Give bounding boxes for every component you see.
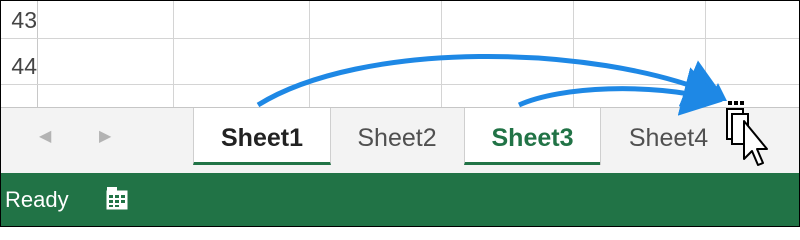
grid-row: 44 <box>1 39 799 85</box>
sheet-tab-sheet1[interactable]: Sheet1 <box>193 108 331 165</box>
row-header[interactable]: 44 <box>1 39 38 84</box>
triangle-right-icon[interactable]: ▶ <box>99 126 111 146</box>
worksheet-grid: 43 44 <box>1 1 799 107</box>
grid-row <box>1 85 799 107</box>
sheet-tab-sheet4[interactable]: Sheet4 <box>600 108 736 165</box>
status-text: Ready <box>5 187 69 212</box>
sheet-tab-sheet2[interactable]: Sheet2 <box>331 108 463 165</box>
triangle-left-icon[interactable]: ◀ <box>39 126 51 146</box>
sheet-tab-sheet3[interactable]: Sheet3 <box>464 108 600 165</box>
status-bar: Ready <box>1 173 799 226</box>
macro-record-icon[interactable] <box>105 185 133 213</box>
excel-window-crop: 43 44 ◀ ▶ Sheet1 Sheet2 Sheet3 Sheet4 Re… <box>0 0 800 227</box>
row-header[interactable] <box>1 85 38 107</box>
sheet-tab-bar: ◀ ▶ Sheet1 Sheet2 Sheet3 Sheet4 <box>1 107 799 173</box>
row-header[interactable]: 43 <box>1 1 38 38</box>
grid-row: 43 <box>1 1 799 39</box>
